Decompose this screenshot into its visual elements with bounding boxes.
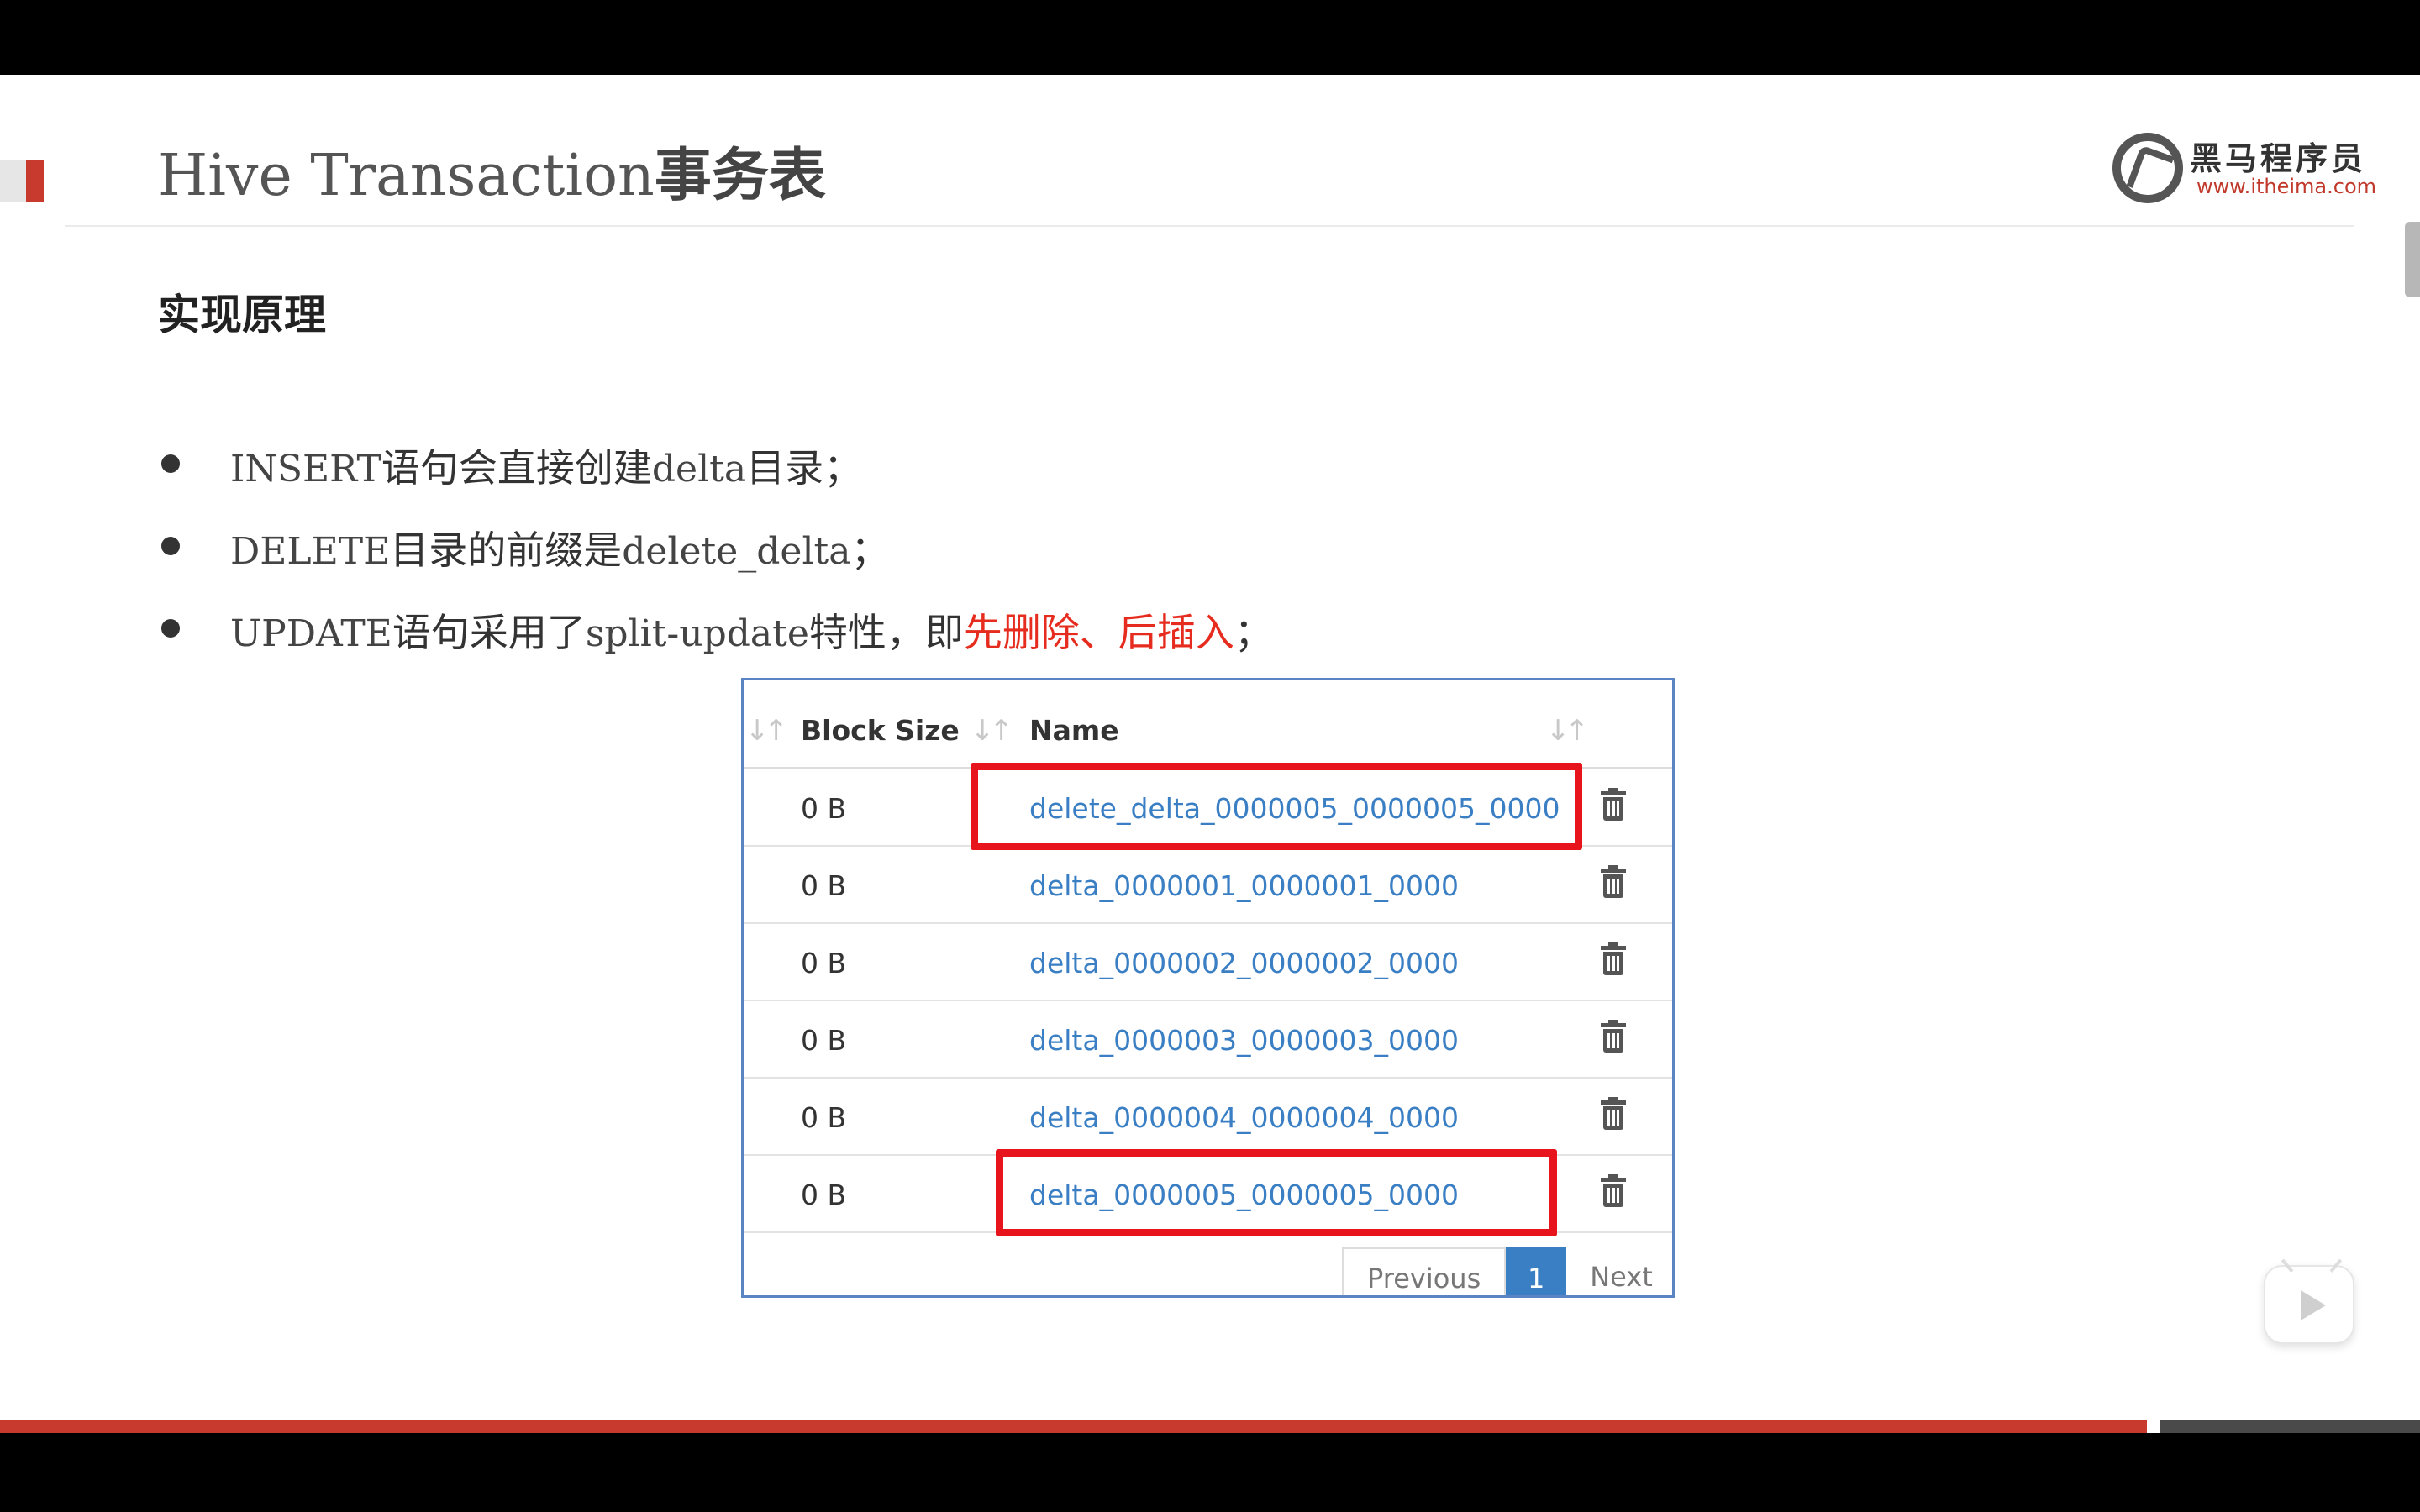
- page-title: Hive Transaction事务表: [158, 134, 826, 218]
- bullet-list: INSERT语句会直接创建delta目录； DELETE目录的前缀是delete_…: [158, 424, 1273, 671]
- bullet-dot-icon: [161, 619, 180, 638]
- table-row: 0 B delta_0000002_0000002_0000: [744, 924, 1672, 1001]
- page-1-button[interactable]: 1: [1506, 1247, 1567, 1295]
- brand-logo: 黑马程序员 www.itheima.com: [2109, 128, 2376, 203]
- block-size-cell: 0 B: [801, 792, 847, 825]
- trash-icon[interactable]: [1601, 1097, 1626, 1131]
- horse-logo-icon: [2112, 133, 2183, 203]
- bullet-text-part: 语句采用了: [392, 610, 586, 655]
- bullet-text: INSERT语句会直接创建delta目录；: [230, 438, 862, 493]
- trash-icon[interactable]: [1601, 1020, 1626, 1053]
- bullet-text-part: delete_delta: [622, 530, 851, 573]
- play-button[interactable]: [2264, 1265, 2354, 1344]
- bullet-text-part: split-update: [585, 612, 809, 655]
- bullet-text-part: 特性，即: [808, 610, 964, 655]
- bullet-text-part: delta: [651, 448, 747, 491]
- bullet-dot-icon: [161, 454, 180, 473]
- sort-icon[interactable]: ↓↑: [971, 714, 1013, 748]
- emphasis-text: 先删除、后插入: [963, 610, 1234, 655]
- logo-url: www.itheima.com: [2196, 175, 2377, 198]
- page-title-prefix: Hive Transaction: [158, 143, 655, 209]
- table-row: 0 B delta_0000004_0000004_0000: [744, 1079, 1672, 1156]
- video-bottom-letterbox: [0, 1433, 2420, 1512]
- block-size-cell: 0 B: [801, 947, 847, 979]
- section-heading: 实现原理: [158, 291, 326, 339]
- bullet-item: DELETE目录的前缀是delete_delta；: [158, 507, 1273, 589]
- trash-icon[interactable]: [1601, 1174, 1626, 1208]
- bullet-item: UPDATE语句采用了split-update特性，即先删除、后插入；: [158, 589, 1273, 671]
- bullet-text-part: INSERT: [230, 448, 381, 491]
- bullet-text-part: UPDATE: [230, 612, 392, 655]
- block-size-cell: 0 B: [801, 1024, 847, 1057]
- directory-link[interactable]: delta_0000003_0000003_0000: [1029, 1024, 1459, 1057]
- sort-icon[interactable]: ↓↑: [745, 714, 788, 748]
- bullet-dot-icon: [161, 537, 180, 555]
- bullet-text-part: 目录的前缀是: [390, 528, 623, 573]
- sort-icon[interactable]: ↓↑: [1546, 714, 1589, 748]
- pagination: Previous 1 Next: [1342, 1247, 1672, 1295]
- highlight-box: [971, 763, 1582, 850]
- directory-link[interactable]: delta_0000004_0000004_0000: [1029, 1101, 1459, 1134]
- previous-page-button[interactable]: Previous: [1342, 1247, 1507, 1295]
- highlight-box: [996, 1149, 1557, 1236]
- bullet-text: DELETE目录的前缀是delete_delta；: [230, 520, 889, 575]
- next-page-button[interactable]: Next: [1566, 1247, 1672, 1295]
- side-panel-handle[interactable]: [2405, 222, 2420, 297]
- video-top-letterbox: [0, 0, 2420, 75]
- play-icon: [2301, 1290, 2326, 1320]
- video-progress-played[interactable]: [0, 1420, 2147, 1433]
- bullet-text-part: 语句会直接创建: [381, 445, 652, 491]
- trash-icon[interactable]: [1601, 865, 1626, 899]
- logo-text: 黑马程序员: [2190, 140, 2367, 177]
- table-row: 0 B delta_0000001_0000001_0000: [744, 847, 1672, 924]
- hdfs-file-table: ↓↑ Block Size ↓↑ Name ↓↑ 0 Bdelete_delta…: [741, 678, 1675, 1298]
- title-accent-grey: [0, 160, 26, 202]
- table-row: 0 B delta_0000003_0000003_0000: [744, 1001, 1672, 1079]
- block-size-cell: 0 B: [801, 1179, 847, 1211]
- block-size-cell: 0 B: [801, 1101, 847, 1134]
- column-header-block-size[interactable]: Block Size: [801, 714, 960, 747]
- bullet-text-part: ；: [850, 528, 890, 573]
- bullet-text-part: DELETE: [230, 530, 391, 573]
- title-accent-red: [26, 160, 44, 202]
- video-progress-remaining[interactable]: [2160, 1420, 2420, 1433]
- bullet-text-part: 目录；: [746, 445, 863, 491]
- table-header: ↓↑ Block Size ↓↑ Name ↓↑: [744, 680, 1672, 769]
- directory-link[interactable]: delta_0000002_0000002_0000: [1029, 947, 1459, 979]
- bullet-text: UPDATE语句采用了split-update特性，即先删除、后插入；: [230, 602, 1273, 658]
- column-header-name[interactable]: Name: [1029, 714, 1119, 747]
- trash-icon[interactable]: [1601, 942, 1626, 976]
- directory-link[interactable]: delta_0000001_0000001_0000: [1029, 869, 1459, 902]
- bullet-text-part: ；: [1234, 610, 1273, 655]
- bullet-item: INSERT语句会直接创建delta目录；: [158, 424, 1273, 507]
- title-divider: [65, 225, 2354, 227]
- page-title-suffix: 事务表: [654, 143, 826, 209]
- trash-icon[interactable]: [1601, 788, 1626, 822]
- block-size-cell: 0 B: [801, 869, 847, 902]
